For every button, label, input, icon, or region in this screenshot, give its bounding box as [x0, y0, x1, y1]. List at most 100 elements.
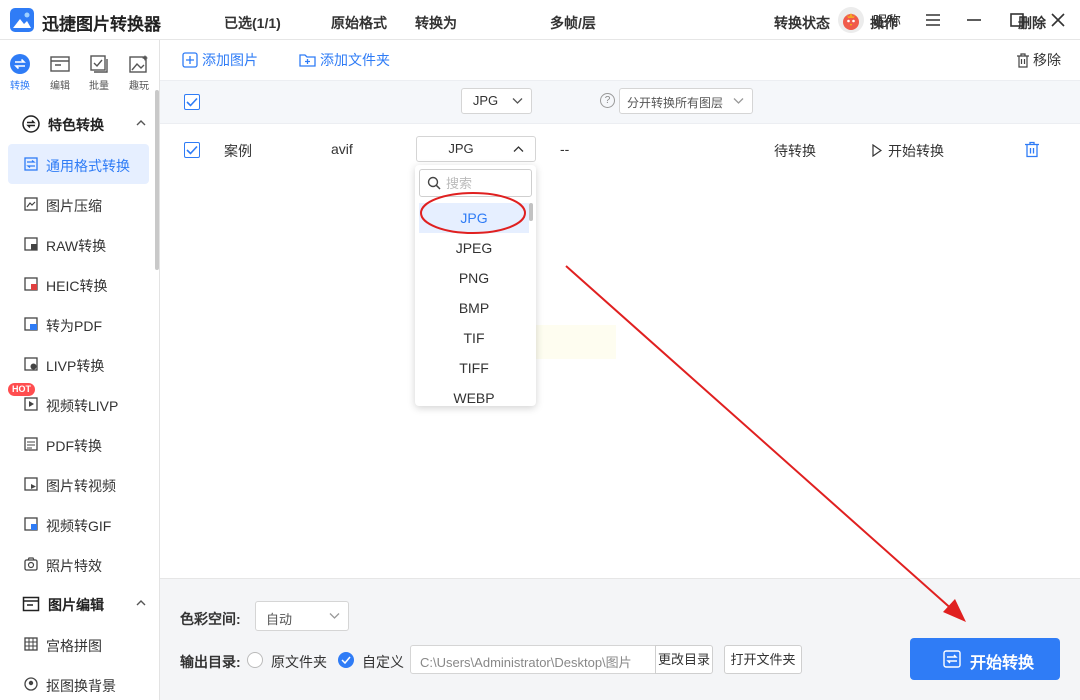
sidebar-item-to-pdf[interactable]: 转为PDF: [8, 304, 149, 344]
category-image-edit[interactable]: 图片编辑: [0, 586, 155, 622]
chevron-down-icon: [733, 98, 744, 104]
header-delete: 删除: [1018, 15, 1046, 31]
convert-all-select[interactable]: JPG: [461, 88, 532, 114]
header-convert-to: 转换为: [415, 15, 457, 31]
minimize-icon[interactable]: [962, 8, 986, 32]
add-image-button[interactable]: 添加图片: [182, 50, 258, 70]
row-target-format-select[interactable]: JPG: [416, 136, 536, 162]
row-multi-frame: --: [560, 141, 570, 157]
row-status: 待转换: [774, 143, 816, 159]
check-icon: [186, 97, 198, 107]
header-original-format: 原始格式: [331, 15, 387, 31]
sidebar-item-raw[interactable]: RAW转换: [8, 224, 149, 264]
video-icon: [24, 397, 38, 411]
header-action: 操作: [870, 15, 898, 31]
format-option-jpg[interactable]: JPG: [419, 203, 529, 233]
category-feature-convert[interactable]: 特色转换: [0, 106, 155, 142]
rail-tab-convert[interactable]: 转换: [0, 53, 40, 93]
add-folder-button[interactable]: 添加文件夹: [299, 50, 390, 70]
menu-icon[interactable]: [921, 8, 945, 32]
sidebar-item-video-to-gif[interactable]: 视频转GIF: [8, 504, 149, 544]
image-video-icon: [24, 477, 38, 491]
check-icon: [341, 656, 351, 664]
rail-tab-fun[interactable]: 趣玩: [119, 53, 159, 93]
title-bar: 迅捷图片转换器 昵称: [0, 0, 1080, 40]
chevron-down-icon: [329, 613, 340, 619]
annotation-arrow-line: [565, 265, 956, 613]
chevron-down-icon: [512, 98, 523, 104]
format-search-box[interactable]: [419, 169, 532, 197]
grid-icon: [24, 637, 38, 651]
image-compress-icon: [24, 197, 38, 211]
sidebar-item-grid-collage[interactable]: 宫格拼图: [8, 624, 149, 664]
add-image-icon: [182, 52, 198, 68]
pdf-icon: [24, 317, 38, 331]
format-option-bmp[interactable]: BMP: [419, 293, 529, 323]
sidebar-item-pdf-convert[interactable]: PDF转换: [8, 424, 149, 464]
sidebar-item-image-to-video[interactable]: 图片转视频: [8, 464, 149, 504]
help-icon[interactable]: ?: [600, 93, 615, 108]
label-original-folder: 原文件夹: [271, 654, 327, 670]
hot-badge: HOT: [8, 383, 35, 396]
edit-icon: [50, 56, 70, 72]
multi-frame-select[interactable]: 分开转换所有图层: [619, 88, 753, 114]
pdf-convert-icon: [24, 437, 38, 451]
app-title: 迅捷图片转换器: [42, 15, 161, 34]
output-path-input[interactable]: C:\Users\Administrator\Desktop\图片: [410, 645, 656, 674]
radio-original-folder[interactable]: [247, 652, 263, 668]
app-logo: [10, 8, 34, 32]
livp-icon: [24, 357, 38, 371]
sidebar-scrollbar[interactable]: [155, 90, 159, 270]
output-dir-label: 输出目录:: [180, 654, 241, 670]
header-multi-frame: 多帧/层: [550, 15, 596, 31]
row-checkbox[interactable]: [184, 142, 200, 158]
convert-icon: [10, 54, 30, 74]
color-space-label: 色彩空间:: [180, 611, 241, 627]
dropdown-scrollbar[interactable]: [529, 203, 533, 221]
add-folder-icon: [299, 54, 316, 67]
sidebar-item-livp[interactable]: LIVP转换: [8, 344, 149, 384]
remove-button[interactable]: 移除: [1016, 50, 1061, 70]
format-search-input[interactable]: [446, 173, 526, 193]
rail-tab-batch[interactable]: 批量: [79, 53, 119, 93]
camera-icon: [24, 557, 38, 571]
chevron-up-icon: [136, 120, 146, 126]
close-icon[interactable]: [1046, 8, 1070, 32]
sidebar-item-heic[interactable]: HEIC转换: [8, 264, 149, 304]
format-option-tiff[interactable]: TIFF: [419, 353, 529, 383]
header-status: 转换状态: [774, 15, 830, 31]
batch-icon: [90, 55, 108, 73]
open-folder-button[interactable]: 打开文件夹: [724, 645, 802, 674]
avatar[interactable]: [838, 7, 864, 33]
header-selected: 已选(1/1): [224, 15, 281, 31]
radio-custom-folder[interactable]: [338, 652, 354, 668]
format-option-png[interactable]: PNG: [419, 263, 529, 293]
select-all-checkbox[interactable]: [184, 94, 200, 110]
format-option-webp[interactable]: WEBP: [419, 383, 529, 406]
sidebar-item-cutout[interactable]: 抠图换背景: [8, 664, 149, 700]
gif-icon: [24, 517, 38, 531]
color-space-select[interactable]: 自动: [255, 601, 349, 631]
sidebar-item-compress[interactable]: 图片压缩: [8, 184, 149, 224]
convert-icon: [22, 115, 40, 133]
row-start-convert-button[interactable]: 开始转换: [872, 141, 944, 161]
fun-icon: [129, 55, 148, 73]
format-option-tif[interactable]: TIF: [419, 323, 529, 353]
raw-icon: [24, 237, 38, 251]
chevron-up-icon: [513, 146, 524, 152]
rail-tab-edit[interactable]: 编辑: [40, 53, 80, 93]
sidebar-item-general-format[interactable]: 通用格式转换: [8, 144, 149, 184]
edit-icon: [22, 596, 40, 612]
cutout-icon: [24, 677, 38, 691]
change-dir-button[interactable]: 更改目录: [655, 645, 713, 674]
play-icon: [872, 143, 883, 158]
chevron-up-icon: [136, 600, 146, 606]
row-delete-button[interactable]: [1024, 141, 1040, 161]
sidebar-item-photo-effects[interactable]: 照片特效: [8, 544, 149, 584]
row-original-format: avif: [331, 141, 353, 157]
format-option-jpeg[interactable]: JPEG: [419, 233, 529, 263]
search-icon: [427, 176, 441, 190]
check-icon: [186, 145, 198, 155]
start-convert-button[interactable]: 开始转换: [910, 638, 1060, 680]
heic-icon: [24, 277, 38, 291]
